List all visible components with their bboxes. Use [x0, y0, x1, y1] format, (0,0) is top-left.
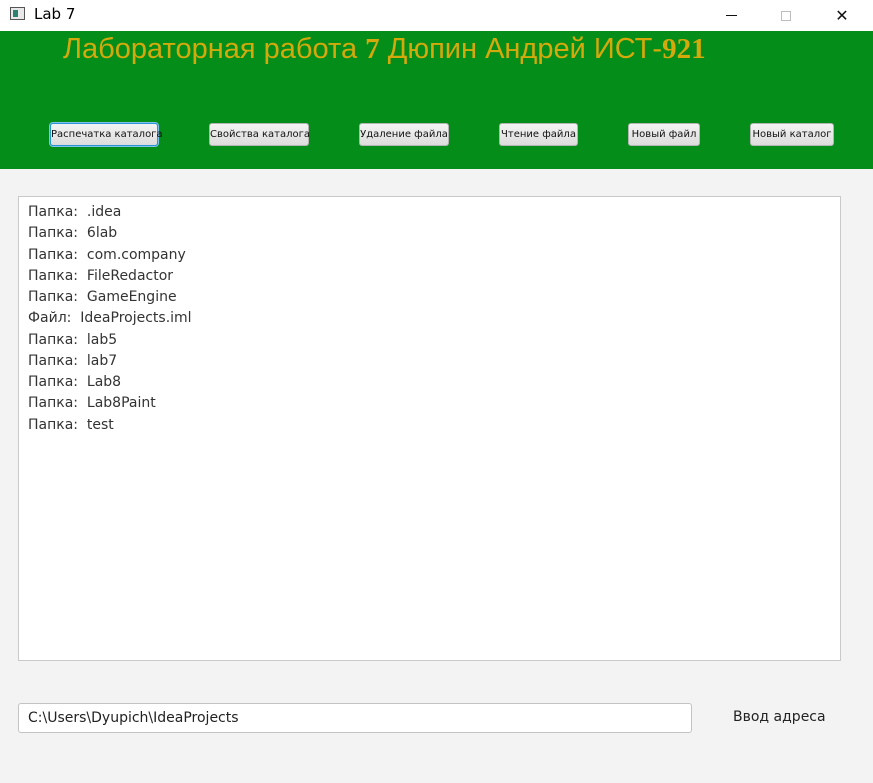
address-input[interactable] — [18, 703, 692, 733]
title-number-2: 921 — [662, 33, 706, 65]
new-catalog-button[interactable]: Новый каталог — [750, 123, 834, 146]
list-item: Папка: FileRedactor — [28, 268, 174, 284]
list-item: Папка: lab7 — [28, 353, 118, 369]
header-panel: Лабораторная работа 7 Дюпин Андрей ИСТ-9… — [0, 31, 873, 169]
list-item: Папка: lab5 — [28, 332, 118, 348]
read-file-button[interactable]: Чтение файла — [499, 123, 578, 146]
maximize-icon — [781, 10, 791, 21]
title-number-1: 7 — [365, 33, 380, 65]
close-icon: ✕ — [835, 6, 849, 25]
list-item: Папка: com.company — [28, 247, 186, 263]
list-item: Папка: test — [28, 417, 114, 433]
window-titlebar: Lab 7 ✕ — [0, 0, 873, 31]
list-item: Папка: Lab8 — [28, 374, 122, 390]
window-title: Lab 7 — [34, 5, 76, 23]
catalog-properties-button[interactable]: Свойства каталога — [209, 123, 310, 146]
maximize-button[interactable] — [763, 0, 809, 31]
close-button[interactable]: ✕ — [819, 0, 865, 31]
list-item: Папка: 6lab — [28, 225, 118, 241]
print-catalog-button[interactable]: Распечатка каталога — [50, 123, 163, 146]
app-icon — [10, 7, 25, 20]
page-title: Лабораторная работа 7 Дюпин Андрей ИСТ-9… — [63, 33, 706, 66]
list-item: Файл: IdeaProjects.iml — [28, 310, 192, 326]
address-label: Ввод адреса — [733, 709, 826, 725]
list-item: Папка: Lab8Paint — [28, 395, 156, 411]
title-text-2: Дюпин Андрей ИСТ- — [379, 33, 663, 65]
delete-file-button[interactable]: Удаление файла — [359, 123, 449, 146]
list-item: Папка: GameEngine — [28, 289, 177, 305]
directory-listing[interactable]: Папка: .idea Папка: 6lab Папка: com.comp… — [18, 196, 841, 661]
new-file-button[interactable]: Новый файл — [628, 123, 700, 146]
minimize-button[interactable] — [708, 0, 754, 31]
minimize-icon — [725, 15, 737, 16]
title-text-1: Лабораторная работа — [63, 33, 366, 65]
list-item: Папка: .idea — [28, 204, 122, 220]
